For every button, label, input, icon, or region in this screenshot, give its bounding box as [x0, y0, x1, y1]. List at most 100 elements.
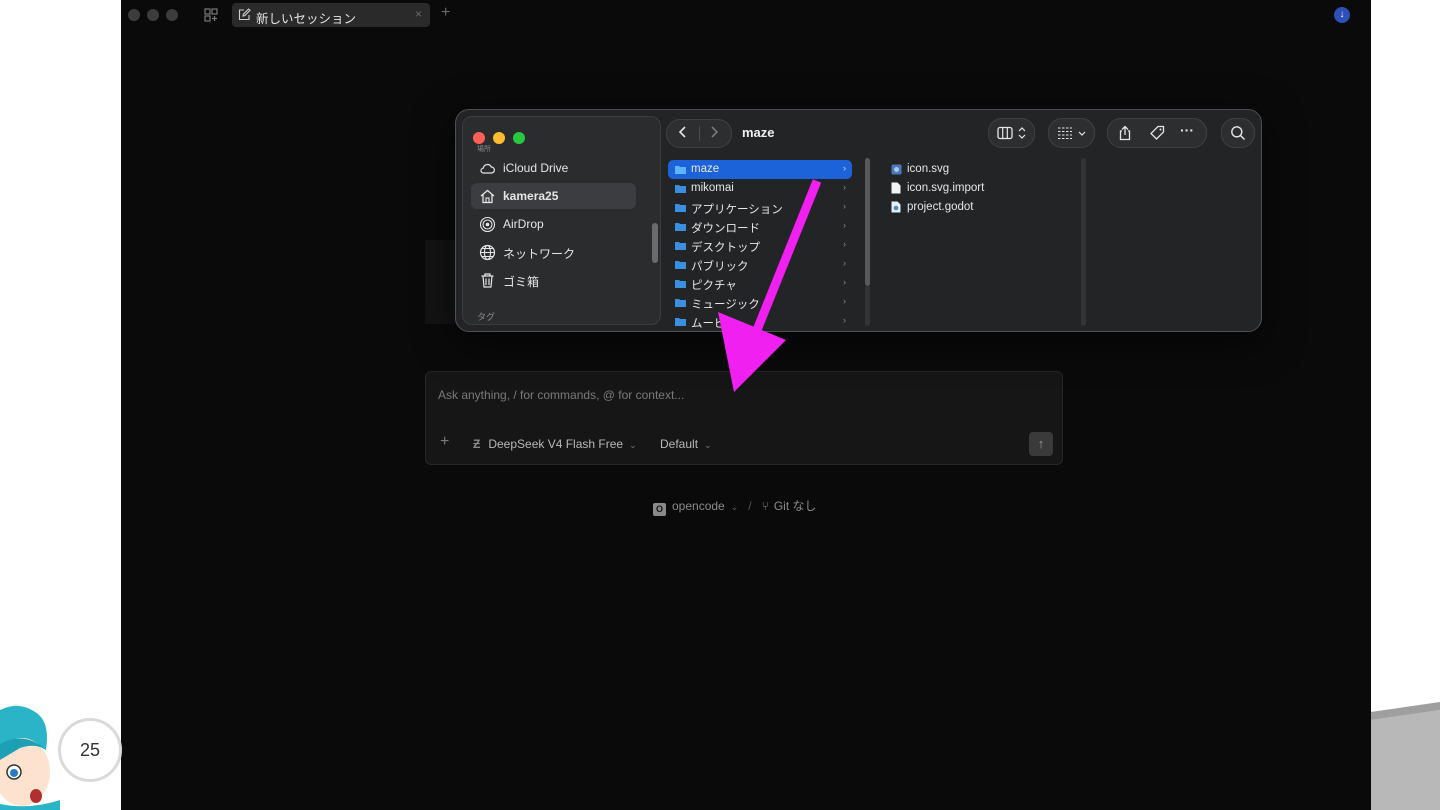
folder-name: アプリケーション — [691, 204, 783, 216]
chevron-down-icon: ⌄ — [629, 440, 637, 450]
model-selector[interactable]: Ƶ DeepSeek V4 Flash Free ⌄ — [473, 437, 637, 451]
separator: / — [748, 499, 752, 513]
folder-icon — [675, 242, 686, 250]
columns-view-icon — [997, 126, 1013, 140]
prompt-input[interactable] — [438, 386, 1038, 404]
chevron-right-icon: › — [843, 220, 846, 230]
search-icon — [1231, 126, 1246, 141]
minimize-window-button[interactable] — [147, 9, 159, 21]
chevron-down-icon: ⌄ — [704, 440, 712, 450]
chevron-right-icon: › — [843, 163, 846, 173]
godot-file-icon — [891, 201, 901, 213]
chevron-right-icon: › — [843, 296, 846, 306]
folder-icon — [675, 166, 686, 174]
actions-group: ··· — [1107, 118, 1207, 148]
folder-icon — [675, 261, 686, 269]
group-by-button[interactable] — [1048, 118, 1095, 148]
file-row-project-godot[interactable]: project.godot — [884, 198, 1074, 217]
sidebar-item-trash[interactable]: ゴミ箱 — [471, 267, 636, 293]
page-number-badge: 25 — [58, 718, 122, 782]
folder-icon — [675, 185, 686, 193]
forward-button[interactable] — [707, 125, 721, 139]
zoom-dialog-button[interactable] — [513, 132, 525, 144]
folder-row[interactable]: ミュージック › — [668, 293, 852, 312]
folder-row[interactable]: mikomai › — [668, 179, 852, 198]
folder-icon — [675, 280, 686, 288]
add-context-button[interactable]: + — [440, 434, 449, 450]
sidebar-scrollbar[interactable] — [652, 223, 658, 263]
tab-close-button[interactable]: × — [415, 7, 422, 21]
title-bar: 新しいセッション × + ↓ — [121, 0, 1371, 30]
folder-row[interactable]: デスクトップ › — [668, 236, 852, 255]
folder-row[interactable]: ピクチャ › — [668, 274, 852, 293]
folder-icon — [675, 318, 686, 326]
home-icon — [480, 189, 495, 204]
chevron-right-icon: › — [843, 277, 846, 287]
file-picker-dialog: 場所 iCloud Drive kamera25 AirDrop ネットワーク … — [455, 109, 1262, 332]
file-row-icon-svg[interactable]: icon.svg — [884, 160, 1074, 179]
sidebar-item-label: ネットワーク — [503, 247, 576, 261]
close-window-button[interactable] — [128, 9, 140, 21]
share-icon[interactable] — [1117, 125, 1133, 141]
folder-row[interactable]: ムービー › — [668, 312, 852, 331]
git-status: Git なし — [773, 499, 817, 513]
close-dialog-button[interactable] — [473, 132, 485, 144]
folder-icon — [675, 204, 686, 212]
more-icon[interactable]: ··· — [1180, 122, 1196, 138]
folder-name: デスクトップ — [691, 242, 760, 254]
view-mode-button[interactable] — [988, 118, 1035, 148]
folder-name: ミュージック — [691, 299, 760, 311]
prompt-box: + Ƶ DeepSeek V4 Flash Free ⌄ Default ⌄ ↑ — [425, 371, 1063, 465]
cloud-icon — [480, 163, 495, 174]
folder-row[interactable]: パブリック › — [668, 255, 852, 274]
chevron-right-icon: › — [843, 239, 846, 249]
folder-name: ピクチャ — [691, 280, 737, 292]
chevron-right-icon: › — [843, 315, 846, 325]
download-icon[interactable]: ↓ — [1334, 7, 1350, 23]
search-button[interactable] — [1221, 118, 1255, 148]
folder-name: mikomai — [691, 182, 734, 194]
new-tab-button[interactable]: + — [441, 5, 450, 21]
current-folder-title: maze — [742, 125, 775, 140]
file-name: project.godot — [907, 201, 974, 213]
folder-row[interactable]: アプリケーション › — [668, 198, 852, 217]
sidebar-item-network[interactable]: ネットワーク — [471, 239, 636, 265]
sidebar-item-icloud[interactable]: iCloud Drive — [471, 155, 636, 181]
project-selector[interactable]: opencode — [672, 499, 725, 513]
sidebar-section-label: 場所 — [477, 146, 491, 153]
edit-icon — [238, 8, 251, 21]
chevron-right-icon: › — [843, 182, 846, 192]
column-scrollbar[interactable] — [865, 158, 870, 286]
airdrop-icon — [479, 216, 496, 233]
folder-row-maze[interactable]: maze › — [668, 160, 852, 179]
sidebar-tags-label: タグ — [477, 312, 496, 322]
tab-session[interactable]: 新しいセッション × — [232, 3, 430, 27]
git-branch-icon: ⑂ — [761, 499, 769, 513]
grid-icon[interactable] — [204, 8, 218, 22]
sidebar-item-home[interactable]: kamera25 — [471, 183, 636, 209]
sidebar-item-airdrop[interactable]: AirDrop — [471, 211, 636, 237]
send-button[interactable]: ↑ — [1029, 432, 1053, 456]
project-status: Oopencode ⌄ / ⑂ Git なし — [653, 497, 816, 516]
folder-name: パブリック — [691, 261, 749, 273]
agent-selector[interactable]: Default ⌄ — [660, 437, 712, 451]
document-icon — [891, 182, 901, 194]
tag-icon[interactable] — [1149, 125, 1165, 141]
folder-name: ダウンロード — [691, 223, 760, 235]
file-row-icon-svg-import[interactable]: icon.svg.import — [884, 179, 1074, 198]
chevron-right-icon: › — [843, 258, 846, 268]
sidebar-item-label: kamera25 — [503, 189, 559, 203]
folder-row[interactable]: ダウンロード › — [668, 217, 852, 236]
trash-icon — [481, 273, 494, 288]
model-name: DeepSeek V4 Flash Free — [488, 437, 624, 451]
minimize-dialog-button[interactable] — [493, 132, 505, 144]
chevron-updown-icon — [1018, 127, 1026, 139]
agent-name: Default — [660, 437, 699, 451]
back-button[interactable] — [676, 125, 690, 139]
zoom-window-button[interactable] — [166, 9, 178, 21]
sidebar-item-label: iCloud Drive — [503, 161, 569, 175]
image-file-icon — [891, 164, 902, 175]
chevron-right-icon: › — [843, 201, 846, 211]
sidebar-item-label: AirDrop — [503, 217, 544, 231]
network-icon — [479, 244, 496, 261]
